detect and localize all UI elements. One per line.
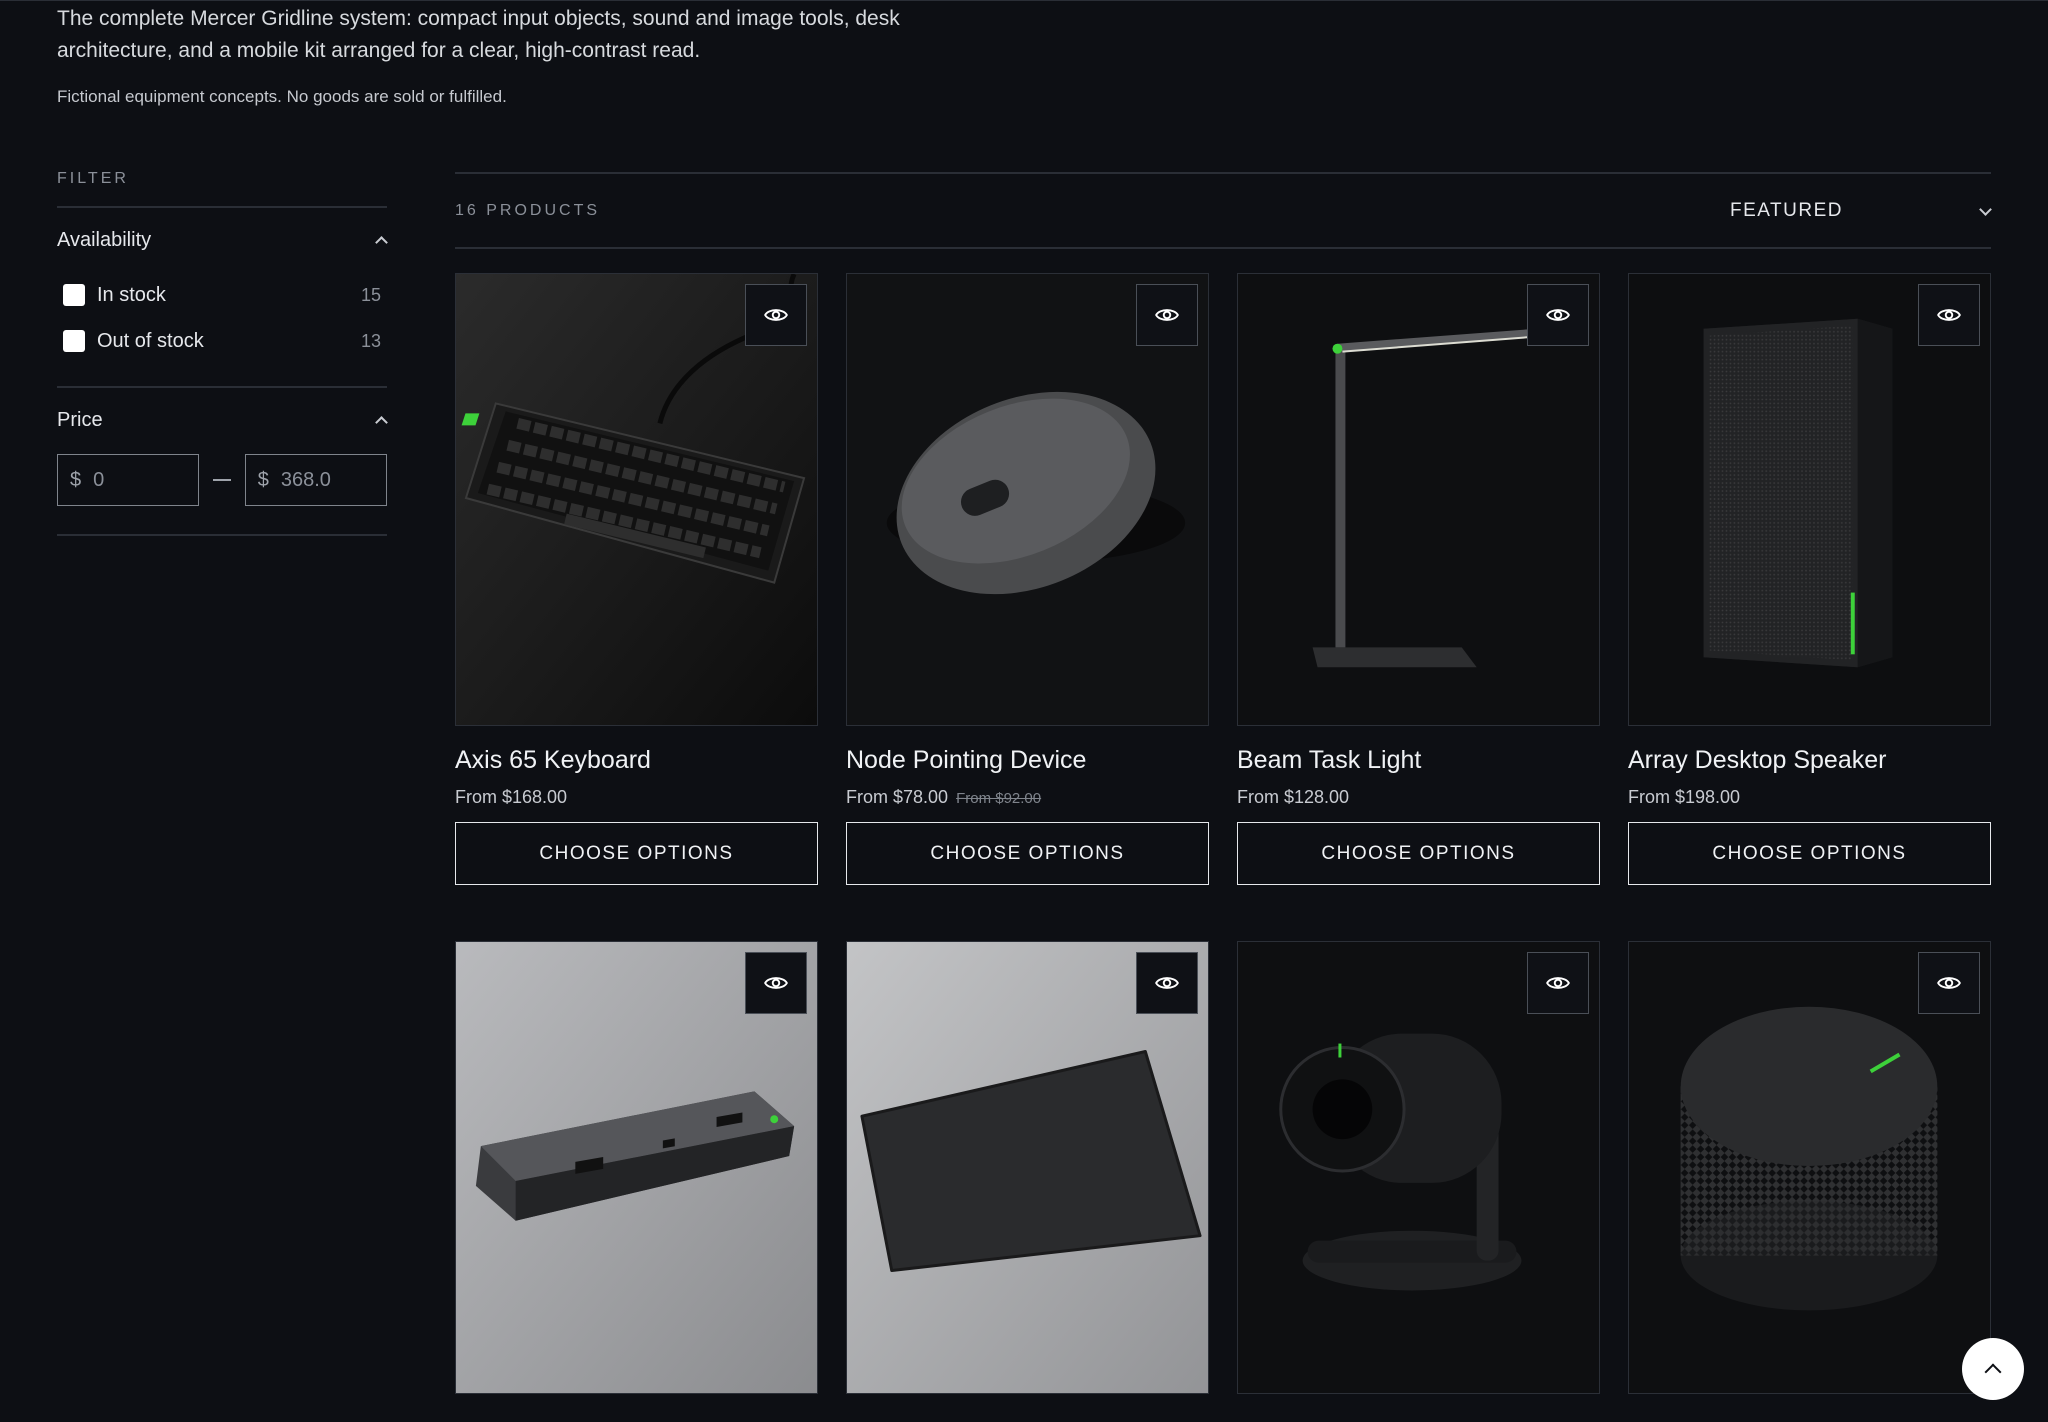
collection-disclaimer: Fictional equipment concepts. No goods a… — [57, 87, 507, 106]
eye-icon — [764, 309, 788, 321]
choose-options-button[interactable]: CHOOSE OPTIONS — [1237, 822, 1600, 885]
chevron-down-icon — [1979, 205, 1991, 217]
eye-icon — [1155, 309, 1179, 321]
price-value: From $128.00 — [1237, 787, 1350, 807]
eye-icon — [764, 977, 788, 989]
product-listing: 16 PRODUCTS FEATURED Axis 65 Keyboard Fr… — [455, 172, 1991, 1394]
price-min-placeholder: 0 — [93, 468, 105, 491]
product-name[interactable]: Beam Task Light — [1237, 746, 1600, 775]
choose-options-button[interactable]: CHOOSE OPTIONS — [455, 822, 818, 885]
product-count: 16 PRODUCTS — [455, 201, 601, 219]
product-image-hub[interactable] — [455, 941, 818, 1394]
eye-icon — [1546, 977, 1570, 989]
product-price: From $168.00 — [455, 787, 818, 808]
listing-toolbar: 16 PRODUCTS FEATURED — [455, 172, 1991, 249]
eye-icon — [1546, 309, 1570, 321]
compare-at-price: From $92.00 — [956, 790, 1042, 807]
availability-title: Availability — [57, 228, 152, 251]
product-card: Axis 65 Keyboard From $168.00 CHOOSE OPT… — [455, 273, 818, 885]
product-card — [1628, 941, 1991, 1394]
chevron-up-icon — [375, 414, 387, 426]
currency-symbol: $ — [70, 468, 82, 491]
quick-view-button[interactable] — [1136, 284, 1198, 346]
product-image-control-knob[interactable] — [1628, 941, 1991, 1394]
product-image-task-light[interactable] — [1237, 273, 1600, 726]
choose-options-button[interactable]: CHOOSE OPTIONS — [1628, 822, 1991, 885]
price-min-input[interactable]: $ 0 — [57, 454, 200, 506]
filter-option-count: 13 — [360, 330, 381, 351]
quick-view-button[interactable] — [745, 952, 807, 1014]
in-stock-checkbox[interactable] — [63, 284, 85, 306]
collection-intro: The complete Mercer Gridline system: com… — [57, 3, 957, 107]
product-card — [1237, 941, 1600, 1394]
product-card: Node Pointing Device From $78.00 From $92… — [846, 273, 1209, 885]
filter-in-stock[interactable]: In stock 15 — [57, 272, 387, 318]
sort-select[interactable]: FEATURED — [1730, 200, 1991, 222]
collection-description: The complete Mercer Gridline system: com… — [57, 7, 900, 62]
availability-toggle[interactable]: Availability — [57, 208, 387, 272]
sort-value: FEATURED — [1730, 199, 1843, 221]
product-card: Beam Task Light From $128.00 CHOOSE OPTI… — [1237, 273, 1600, 885]
product-image-mouse[interactable] — [846, 273, 1209, 726]
chevron-up-icon — [375, 234, 387, 246]
product-name[interactable]: Node Pointing Device — [846, 746, 1209, 775]
product-price: From $198.00 — [1628, 787, 1991, 808]
price-value: From $78.00 — [846, 787, 949, 807]
product-card — [846, 941, 1209, 1394]
scroll-to-top-button[interactable] — [1962, 1338, 2024, 1400]
divider — [57, 534, 387, 536]
price-toggle[interactable]: Price — [57, 388, 387, 452]
quick-view-button[interactable] — [1136, 952, 1198, 1014]
quick-view-button[interactable] — [1918, 284, 1980, 346]
range-separator — [213, 479, 231, 481]
price-range: $ 0 $ 368.0 — [57, 454, 387, 506]
product-image-camera[interactable] — [1237, 941, 1600, 1394]
filter-title: FILTER — [57, 170, 129, 187]
product-image-speaker[interactable] — [1628, 273, 1991, 726]
choose-options-button[interactable]: CHOOSE OPTIONS — [846, 822, 1209, 885]
quick-view-button[interactable] — [745, 284, 807, 346]
filter-sidebar: FILTER Availability In stock 15 Out of s… — [57, 170, 387, 536]
product-price: From $128.00 — [1237, 787, 1600, 808]
filter-option-count: 15 — [360, 284, 381, 305]
header-divider — [0, 0, 2048, 1]
product-image-keyboard[interactable] — [455, 273, 818, 726]
quick-view-button[interactable] — [1527, 952, 1589, 1014]
product-image-desk-pad[interactable] — [846, 941, 1209, 1394]
price-value: From $198.00 — [1628, 787, 1741, 807]
eye-icon — [1937, 309, 1961, 321]
product-grid: Axis 65 Keyboard From $168.00 CHOOSE OPT… — [455, 273, 1991, 1394]
availability-options: In stock 15 Out of stock 13 — [57, 272, 387, 386]
quick-view-button[interactable] — [1527, 284, 1589, 346]
filter-out-of-stock[interactable]: Out of stock 13 — [57, 318, 387, 364]
price-max-input[interactable]: $ 368.0 — [244, 454, 387, 506]
product-name[interactable]: Axis 65 Keyboard — [455, 746, 818, 775]
product-price: From $78.00 From $92.00 — [846, 787, 1209, 808]
out-of-stock-checkbox[interactable] — [63, 330, 85, 352]
filter-option-label: In stock — [97, 283, 166, 306]
currency-symbol: $ — [257, 468, 269, 491]
price-value: From $168.00 — [455, 787, 568, 807]
eye-icon — [1937, 977, 1961, 989]
filter-option-label: Out of stock — [97, 329, 204, 352]
product-name[interactable]: Array Desktop Speaker — [1628, 746, 1991, 775]
product-card — [455, 941, 818, 1394]
price-max-placeholder: 368.0 — [280, 468, 331, 491]
product-card: Array Desktop Speaker From $198.00 CHOOS… — [1628, 273, 1991, 885]
eye-icon — [1155, 977, 1179, 989]
price-title: Price — [57, 408, 103, 431]
quick-view-button[interactable] — [1918, 952, 1980, 1014]
